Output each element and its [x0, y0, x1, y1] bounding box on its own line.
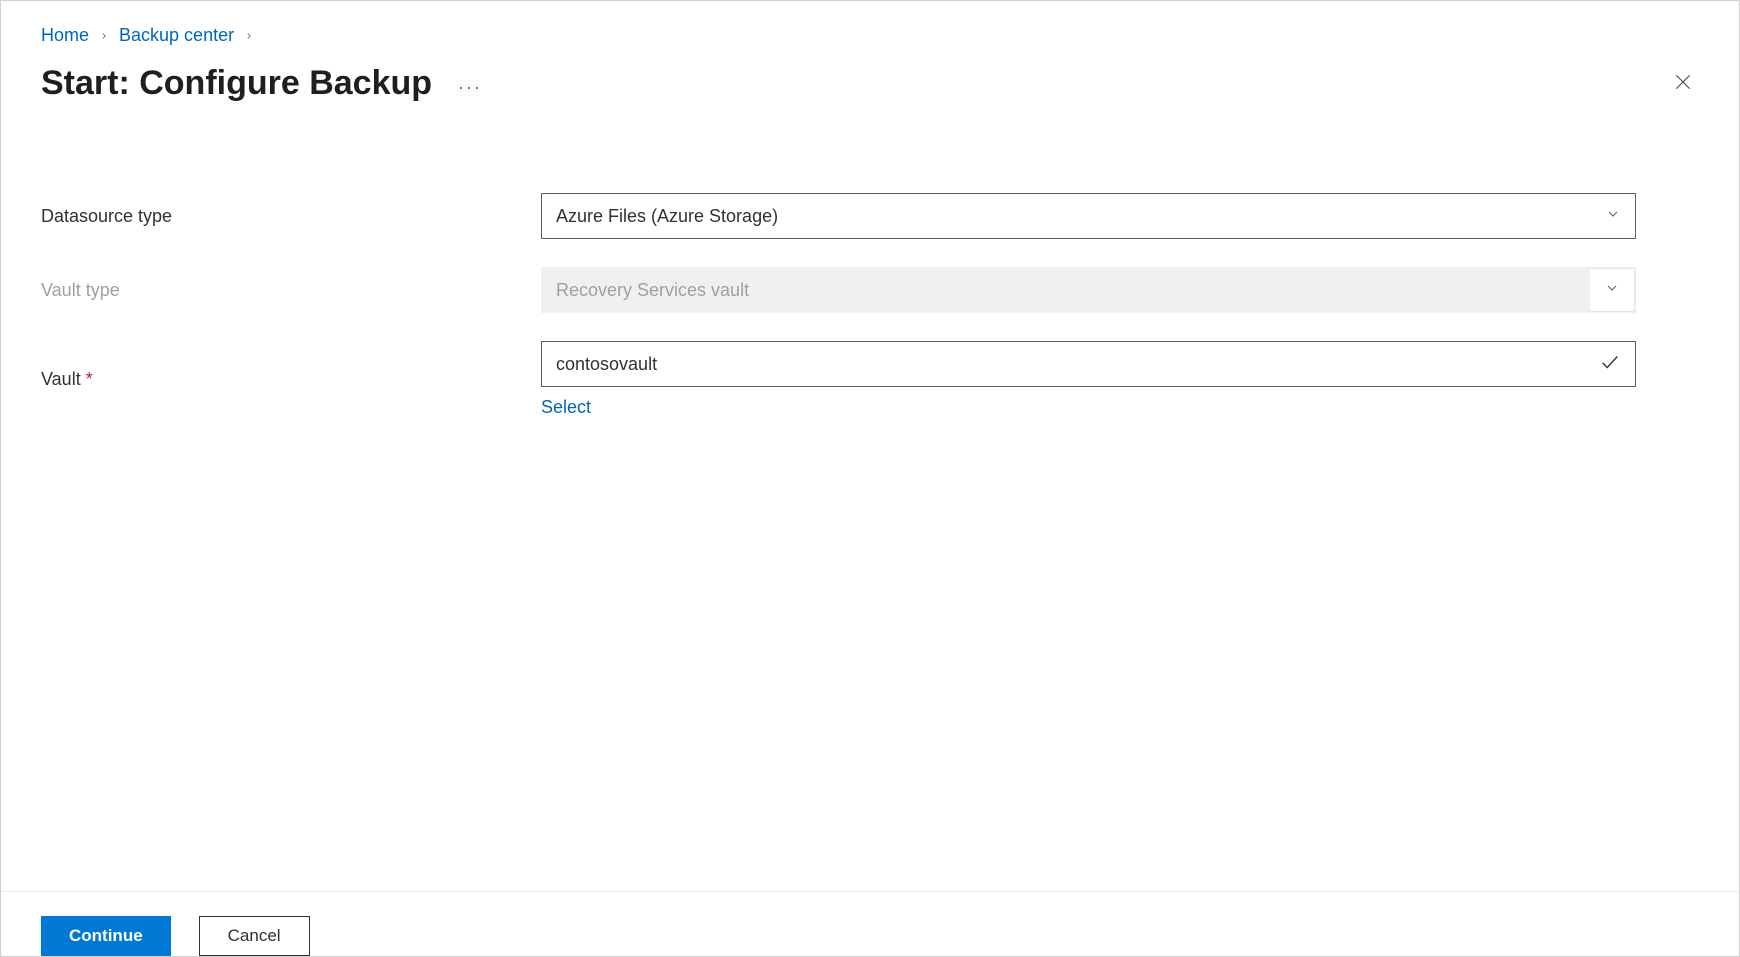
continue-button[interactable]: Continue: [41, 916, 171, 956]
breadcrumb-home[interactable]: Home: [41, 25, 89, 46]
vault-type-row: Vault type Recovery Services vault: [41, 267, 1699, 313]
breadcrumb: Home Backup center: [41, 25, 1699, 46]
chevron-right-icon: [244, 28, 254, 44]
page-title: Start: Configure Backup: [41, 64, 432, 103]
page-header: Start: Configure Backup ···: [41, 64, 1699, 103]
vault-value: contosovault: [556, 354, 657, 375]
close-icon: [1673, 79, 1693, 95]
datasource-type-select[interactable]: Azure Files (Azure Storage): [541, 193, 1636, 239]
chevron-down-icon: [1604, 280, 1620, 301]
datasource-type-row: Datasource type Azure Files (Azure Stora…: [41, 193, 1699, 239]
chevron-right-icon: [99, 28, 109, 44]
configure-backup-form: Datasource type Azure Files (Azure Stora…: [41, 193, 1699, 418]
footer-bar: Continue Cancel: [1, 891, 1739, 956]
close-button[interactable]: [1667, 66, 1699, 101]
required-indicator: *: [86, 369, 93, 389]
vault-type-select: Recovery Services vault: [541, 267, 1636, 313]
datasource-type-value: Azure Files (Azure Storage): [556, 206, 778, 227]
chevron-down-icon: [1605, 206, 1621, 227]
datasource-type-label: Datasource type: [41, 206, 541, 227]
breadcrumb-backup-center[interactable]: Backup center: [119, 25, 234, 46]
more-icon[interactable]: ···: [458, 69, 482, 98]
vault-type-value: Recovery Services vault: [556, 280, 749, 301]
vault-select[interactable]: contosovault: [541, 341, 1636, 387]
cancel-button[interactable]: Cancel: [199, 916, 310, 956]
vault-type-label: Vault type: [41, 280, 541, 301]
check-icon: [1599, 351, 1621, 378]
vault-label: Vault *: [41, 369, 541, 390]
vault-row: Vault * contosovault Select: [41, 341, 1699, 418]
vault-select-link[interactable]: Select: [541, 397, 591, 418]
